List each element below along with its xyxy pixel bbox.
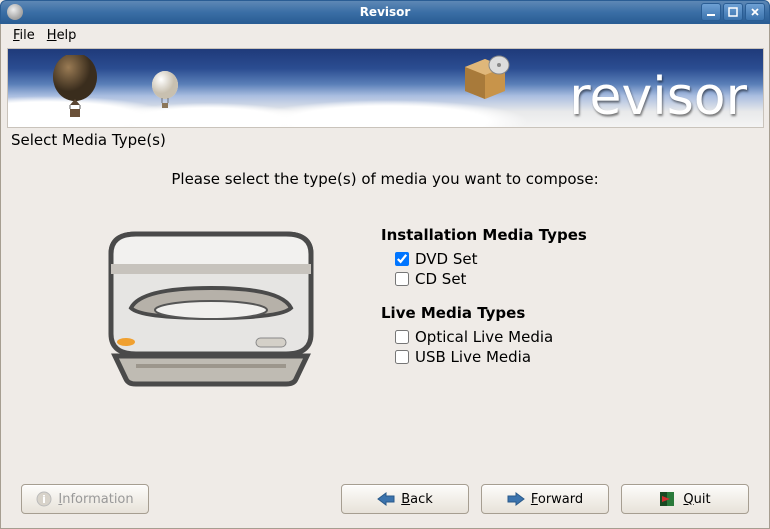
- svg-text:i: i: [42, 493, 46, 506]
- brand-text: revisor: [569, 67, 747, 127]
- section-label: Select Media Type(s): [1, 130, 769, 150]
- dvd-set-option[interactable]: DVD Set: [395, 250, 587, 268]
- menubar: File Help: [1, 24, 769, 46]
- main-content: Please select the type(s) of media you w…: [1, 150, 769, 404]
- maximize-icon: [728, 7, 738, 17]
- maximize-button[interactable]: [723, 3, 743, 21]
- optical-live-checkbox[interactable]: [395, 330, 409, 344]
- quit-icon: [659, 491, 677, 507]
- instruction-text: Please select the type(s) of media you w…: [31, 170, 739, 188]
- window-title: Revisor: [1, 5, 769, 19]
- usb-live-option[interactable]: USB Live Media: [395, 348, 587, 366]
- optical-live-option[interactable]: Optical Live Media: [395, 328, 587, 346]
- live-media-heading: Live Media Types: [381, 304, 587, 322]
- forward-arrow-icon: [507, 492, 525, 506]
- titlebar: Revisor: [0, 0, 770, 24]
- quit-button[interactable]: Quit: [621, 484, 749, 514]
- optical-live-label: Optical Live Media: [415, 328, 553, 346]
- window-controls: [701, 3, 765, 21]
- banner: revisor: [7, 48, 764, 128]
- cd-set-label: CD Set: [415, 270, 466, 288]
- back-button[interactable]: Back: [341, 484, 469, 514]
- cd-set-checkbox[interactable]: [395, 272, 409, 286]
- forward-button[interactable]: Forward: [481, 484, 609, 514]
- minimize-button[interactable]: [701, 3, 721, 21]
- install-media-heading: Installation Media Types: [381, 226, 587, 244]
- options-panel: Installation Media Types DVD Set CD Set …: [381, 220, 587, 368]
- app-icon: [7, 4, 23, 20]
- package-box-icon: [457, 55, 513, 101]
- menu-help[interactable]: Help: [41, 26, 83, 45]
- cd-set-option[interactable]: CD Set: [395, 270, 587, 288]
- close-icon: [750, 7, 760, 17]
- balloon-small-icon: [148, 71, 182, 115]
- usb-live-checkbox[interactable]: [395, 350, 409, 364]
- information-button: i Information: [21, 484, 149, 514]
- back-arrow-icon: [377, 492, 395, 506]
- dvd-set-label: DVD Set: [415, 250, 478, 268]
- usb-live-label: USB Live Media: [415, 348, 531, 366]
- menu-file[interactable]: File: [7, 26, 41, 45]
- minimize-icon: [706, 7, 716, 17]
- optical-drive-icon: [81, 204, 341, 404]
- close-button[interactable]: [745, 3, 765, 21]
- button-bar: i Information Back Forward Quit: [1, 484, 769, 514]
- info-icon: i: [36, 491, 52, 507]
- dvd-set-checkbox[interactable]: [395, 252, 409, 266]
- balloon-large-icon: [48, 55, 102, 125]
